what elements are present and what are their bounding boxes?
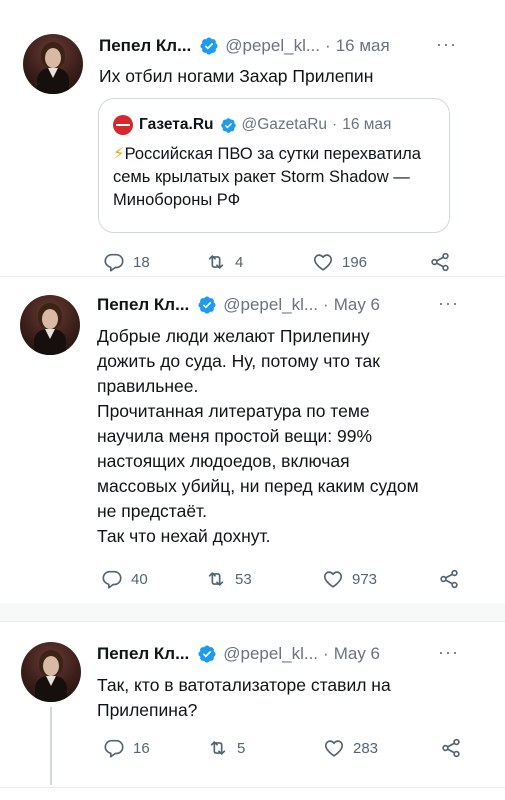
tweet-text: Добрые люди желают Прилепину дожить до с…: [97, 324, 492, 549]
text-line: правильнее.: [97, 376, 199, 396]
tweet-3[interactable]: Пепел Кл... @pepel_kl... · May 6 ··· Так…: [0, 622, 505, 800]
text-line: Добрые люди желают Прилепину: [97, 326, 370, 346]
author-handle[interactable]: @pepel_kl...: [223, 644, 318, 664]
repost-count: 53: [235, 570, 252, 588]
quoted-author-name[interactable]: Газета.Ru: [139, 116, 214, 134]
repost-icon: [205, 251, 227, 273]
repost-icon: [207, 737, 229, 759]
tweet-text: Так, кто в ватотализаторе ставил на Прил…: [97, 673, 487, 723]
verified-icon: [197, 644, 217, 664]
text-line: не предстаёт.: [97, 501, 207, 521]
tweet-2[interactable]: Пепел Кл... @pepel_kl... · May 6 ··· Доб…: [0, 277, 505, 602]
author-name[interactable]: Пепел Кл...: [99, 36, 191, 56]
quoted-author-handle[interactable]: @GazetaRu: [242, 116, 328, 134]
text-line: Так что нехай дохнут.: [97, 526, 271, 546]
tweet-date[interactable]: May 6: [334, 295, 380, 315]
tweet-date[interactable]: 16 мая: [336, 36, 390, 56]
separator: ·: [332, 116, 338, 133]
text-line: Прилепина?: [97, 700, 198, 720]
author-handle[interactable]: @pepel_kl...: [223, 295, 318, 315]
section-separator: [0, 603, 505, 621]
repost-button[interactable]: 53: [205, 568, 252, 590]
tweet-actions: 18 4 196: [0, 251, 505, 275]
text-line: массовых убийц, ни перед каким судом: [97, 476, 419, 496]
verified-icon: [197, 295, 217, 315]
verified-icon: [220, 117, 237, 134]
divider: [0, 787, 505, 788]
separator: ·: [323, 295, 329, 314]
avatar[interactable]: [20, 295, 80, 355]
more-options-icon[interactable]: ···: [436, 34, 457, 55]
share-button[interactable]: [438, 568, 460, 590]
quoted-tweet-date[interactable]: 16 мая: [342, 116, 391, 134]
reply-count: 18: [133, 253, 150, 271]
like-icon: [312, 251, 334, 273]
reply-button[interactable]: 40: [101, 568, 148, 590]
reply-icon: [103, 251, 125, 273]
tweet-header: Пепел Кл... @pepel_kl... · May 6: [97, 295, 380, 315]
separator: ·: [325, 36, 331, 55]
share-button[interactable]: [440, 737, 462, 759]
quoted-tweet-text: ⚡Российская ПВО за сутки перехватила сем…: [113, 143, 439, 212]
author-name[interactable]: Пепел Кл...: [97, 295, 189, 315]
like-icon: [322, 568, 344, 590]
repost-icon: [205, 568, 227, 590]
tweet-header: Пепел Кл... @pepel_kl... · 16 мая: [99, 36, 390, 56]
reply-count: 40: [131, 570, 148, 588]
like-count: 283: [353, 739, 379, 757]
text-line: дожить до суда. Ну, потому что так: [97, 351, 380, 371]
reply-icon: [101, 568, 123, 590]
quoted-tweet-header: Газета.Ru @GazetaRu · 16 мая: [113, 115, 391, 135]
reply-icon: [103, 737, 125, 759]
avatar[interactable]: [21, 642, 81, 702]
more-options-icon[interactable]: ···: [438, 293, 459, 314]
repost-button[interactable]: 5: [207, 737, 245, 759]
tweet-1[interactable]: Пепел Кл... @pepel_kl... · 16 мая ··· Их…: [0, 0, 505, 275]
avatar[interactable]: [23, 34, 83, 94]
text-line: настоящих людоедов, включая: [97, 451, 350, 471]
author-handle[interactable]: @pepel_kl...: [225, 36, 320, 56]
tweet-header: Пепел Кл... @pepel_kl... · May 6: [97, 644, 380, 664]
gazeta-logo-icon: [113, 115, 133, 135]
more-options-icon[interactable]: ···: [438, 642, 459, 663]
separator: ·: [323, 644, 329, 663]
like-count: 973: [352, 570, 378, 588]
quoted-tweet[interactable]: Газета.Ru @GazetaRu · 16 мая ⚡Российская…: [98, 98, 450, 233]
share-button[interactable]: [429, 251, 451, 273]
verified-icon: [199, 36, 219, 56]
tweet-actions: 40 53 973: [0, 568, 505, 592]
text-line: Так, кто в ватотализаторе ставил на: [97, 675, 391, 695]
like-button[interactable]: 973: [322, 568, 377, 590]
quoted-tweet-body: Российская ПВО за сутки перехватила семь…: [113, 145, 421, 209]
share-icon: [440, 737, 462, 759]
text-line: Прочитанная литература по теме: [97, 401, 370, 421]
share-icon: [429, 251, 451, 273]
lightning-icon: ⚡: [113, 145, 125, 163]
like-icon: [323, 737, 345, 759]
tweet-date[interactable]: May 6: [334, 644, 380, 664]
like-button[interactable]: 283: [323, 737, 378, 759]
text-line: научила меня простой вещи: 99%: [97, 426, 373, 446]
reply-button[interactable]: 18: [103, 251, 150, 273]
repost-count: 4: [235, 253, 244, 271]
share-icon: [438, 568, 460, 590]
tweet-text: Их отбил ногами Захар Прилепин: [99, 66, 374, 86]
reply-count: 16: [133, 739, 150, 757]
tweet-actions: 16 5 283: [0, 737, 505, 761]
reply-button[interactable]: 16: [103, 737, 150, 759]
repost-button[interactable]: 4: [205, 251, 243, 273]
thread-line: [50, 707, 52, 785]
like-count: 196: [342, 253, 368, 271]
like-button[interactable]: 196: [312, 251, 367, 273]
repost-count: 5: [237, 739, 246, 757]
author-name[interactable]: Пепел Кл...: [97, 644, 189, 664]
